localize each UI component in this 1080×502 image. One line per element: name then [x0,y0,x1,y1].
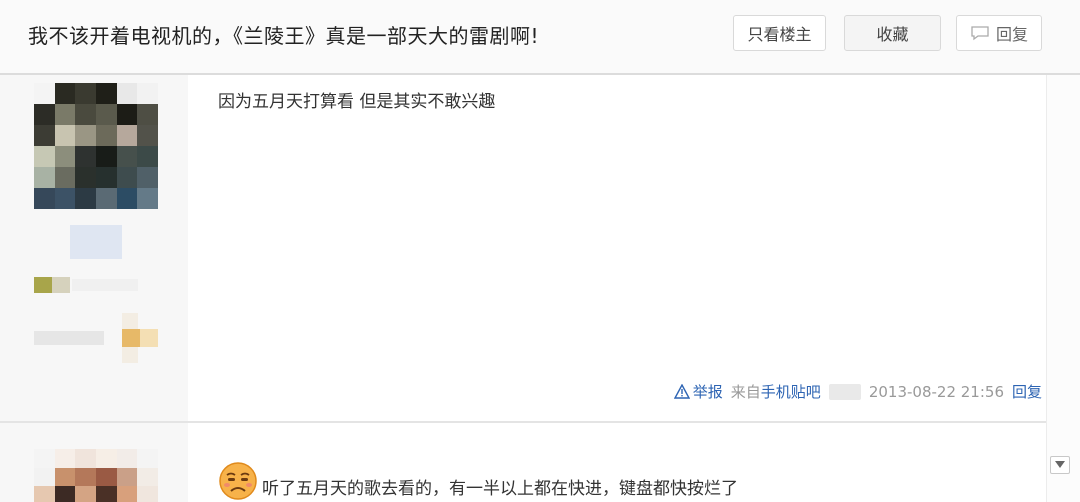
reply-label: 回复 [995,25,1028,44]
username-blurred[interactable] [70,225,122,259]
avatar-pixel [54,486,76,502]
post-reply-link[interactable]: 回复 [1012,381,1042,402]
avatar[interactable] [34,449,158,502]
avatar-pixel [75,167,96,188]
avatar-pixel [34,449,55,468]
only-owner-label: 只看楼主 [747,25,812,44]
avatar-pixel [75,188,96,209]
avatar-pixel [34,467,55,487]
avatar-pixel [75,146,96,167]
report-label: 举报 [692,383,723,401]
avatar-pixel [75,125,96,146]
avatar-pixel [137,449,158,468]
reply-button[interactable]: 回复 [956,15,1042,51]
avatar-pixel [54,146,76,167]
avatar[interactable] [34,83,158,209]
avatar-pixel [137,467,158,487]
user-medal-blurred [122,329,140,347]
level-badge-blurred [52,277,70,293]
favorite-label: 收藏 [876,25,909,44]
avatar-pixel [54,167,76,188]
avatar-pixel [116,104,138,125]
avatar-pixel [116,486,138,502]
avatar-pixel [116,125,138,146]
avatar-pixel [137,188,158,209]
user-info-blurred [34,331,104,345]
avatar-pixel [137,146,158,167]
post-tail: 举报 来自手机贴吧 2013-08-22 21:56 回复 [673,381,1042,402]
author-column [0,423,188,502]
scroll-down-button[interactable] [1050,456,1070,474]
avatar-pixel [54,188,76,209]
avatar-pixel [75,486,96,502]
avatar-pixel [34,486,55,502]
avatar-pixel [95,188,117,209]
report-link[interactable]: 举报 [673,381,723,402]
post: 因为五月天打算看 但是其实不敢兴趣 举报 来自手机贴吧 2013-08-22 2… [0,75,1046,421]
avatar-pixel [34,125,55,146]
only-owner-button[interactable]: 只看楼主 [733,15,826,51]
triangle-down-icon [1055,461,1065,468]
avatar-pixel [95,146,117,167]
author-column [0,75,188,421]
scrollbar[interactable] [1046,75,1080,502]
avatar-pixel [137,83,158,104]
avatar-pixel [95,467,117,487]
avatar-pixel [116,467,138,487]
source-info: 来自手机贴吧 [731,381,821,402]
source-prefix: 来自 [730,383,761,401]
avatar-pixel [54,83,76,104]
avatar-pixel [137,125,158,146]
avatar-pixel [95,83,117,104]
floor-number-blurred [828,383,861,400]
avatar-pixel [75,104,96,125]
avatar-pixel [54,449,76,468]
avatar-pixel [116,188,138,209]
avatar-pixel [95,104,117,125]
avatar-pixel [116,146,138,167]
avatar-pixel [34,83,55,104]
avatar-pixel [54,467,76,487]
favorite-button[interactable]: 收藏 [844,15,941,51]
avatar-pixel [137,167,158,188]
source-link[interactable]: 手机贴吧 [761,383,821,401]
level-text-blurred [72,279,138,291]
avatar-pixel [75,83,96,104]
avatar-pixel [34,146,55,167]
post-content: 因为五月天打算看 但是其实不敢兴趣 [218,92,496,112]
thread-title: 我不该开着电视机的，《兰陵王》真是一部天大的雷剧啊! [28,24,540,48]
avatar-pixel [34,167,55,188]
speech-bubble-icon [971,26,989,41]
level-badge-blurred [34,277,52,293]
avatar-pixel [95,125,117,146]
avatar-pixel [34,104,55,125]
post-text: 听了五月天的歌去看的，有一半以上都在快进，键盘都快按烂了 [262,479,738,499]
avatar-pixel [75,449,96,468]
avatar-pixel [116,449,138,468]
avatar-pixel [116,83,138,104]
avatar-pixel [54,104,76,125]
avatar-pixel [75,467,96,487]
avatar-pixel [95,486,117,502]
thread-header: 我不该开着电视机的，《兰陵王》真是一部天大的雷剧啊! 只看楼主 收藏 回复 [0,0,1080,75]
avatar-pixel [54,125,76,146]
avatar-pixel [34,188,55,209]
post: 听了五月天的歌去看的，有一半以上都在快进，键盘都快按烂了 [0,423,1046,502]
frowning-face-icon [219,462,257,500]
post-datetime: 2013-08-22 21:56 [868,382,1004,401]
user-medal-blurred [140,329,158,347]
avatar-pixel [95,167,117,188]
avatar-pixel [95,449,117,468]
post-content: 听了五月天的歌去看的，有一半以上都在快进，键盘都快按烂了 [218,459,738,500]
warning-icon [673,384,690,399]
avatar-pixel [137,486,158,502]
avatar-pixel [116,167,138,188]
avatar-pixel [137,104,158,125]
